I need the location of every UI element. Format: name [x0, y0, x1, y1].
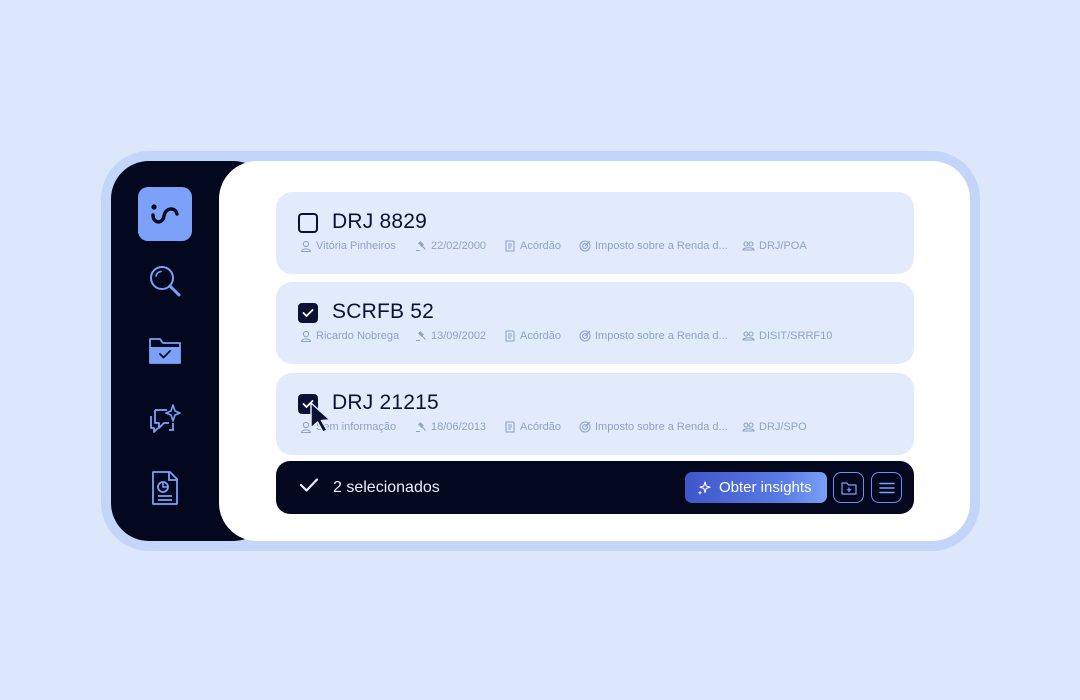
unit-text: DISIT/SRRF10: [759, 330, 833, 342]
item-checkbox[interactable]: [298, 213, 318, 233]
target-icon: [579, 421, 591, 433]
unit-field: DISIT/SRRF10: [742, 330, 832, 342]
type-text: Acórdão: [520, 240, 561, 252]
author-field: Vitória Pinheiros: [300, 240, 396, 252]
get-insights-label: Obter insights: [719, 479, 812, 496]
folder-plus-icon: [840, 481, 857, 495]
unit-field: DRJ/POA: [742, 240, 807, 252]
gavel-icon: [416, 331, 426, 342]
document-icon: [505, 421, 515, 433]
logo-button[interactable]: [138, 187, 192, 241]
type-text: Acórdão: [520, 421, 561, 433]
type-field: Acórdão: [504, 330, 561, 342]
document-icon: [505, 330, 515, 342]
date-text: 18/06/2013: [431, 421, 487, 433]
group-icon: [742, 241, 755, 251]
chat-sparkle-icon: [150, 404, 181, 433]
target-icon: [579, 240, 591, 252]
target-icon: [579, 330, 591, 342]
list-item[interactable]: DRJ 8829 Vitória Pinheiros 22/02/2000 Ac…: [276, 192, 914, 274]
sidebar-item-report[interactable]: [142, 465, 188, 511]
type-field: Acórdão: [504, 421, 561, 433]
subject-text: Imposto sobre a Renda d...: [595, 421, 728, 433]
sidebar-item-folder[interactable]: [142, 327, 188, 373]
subject-field: Imposto sobre a Renda d...: [579, 421, 728, 433]
folder-check-icon: [149, 338, 181, 364]
group-icon: [742, 422, 755, 432]
add-to-folder-button[interactable]: [833, 472, 864, 503]
unit-field: DRJ/SPO: [742, 421, 807, 433]
gavel-icon: [416, 422, 426, 433]
selected-count: 2 selecionados: [333, 479, 440, 496]
type-text: Acórdão: [520, 330, 561, 342]
date-text: 22/02/2000: [431, 240, 487, 252]
unit-text: DRJ/SPO: [759, 421, 807, 433]
document-icon: [505, 240, 515, 252]
subject-field: Imposto sobre a Renda d...: [579, 330, 728, 342]
sidebar-item-chat[interactable]: [142, 396, 188, 442]
author-text: Ricardo Nobrega: [316, 330, 400, 342]
subject-field: Imposto sobre a Renda d...: [579, 240, 728, 252]
sparkle-icon: [697, 480, 711, 495]
list-item[interactable]: DRJ 21215 Sem informação 18/06/2013 Acór…: [276, 373, 914, 455]
date-field: 18/06/2013: [415, 421, 486, 433]
user-icon: [300, 330, 312, 342]
author-text: Vitória Pinheiros: [316, 240, 396, 252]
report-icon: [152, 471, 178, 505]
date-field: 22/02/2000: [415, 240, 486, 252]
group-icon: [742, 331, 755, 341]
menu-icon: [878, 482, 895, 493]
date-field: 13/09/2002: [415, 330, 486, 342]
item-title: DRJ 8829: [332, 210, 427, 233]
selection-action-bar: 2 selecionados Obter insights: [276, 461, 914, 514]
date-text: 13/09/2002: [431, 330, 487, 342]
sidebar-item-search[interactable]: [142, 258, 188, 304]
mouse-pointer-icon: [310, 402, 331, 433]
item-title: SCRFB 52: [332, 300, 434, 323]
gavel-icon: [416, 241, 426, 252]
get-insights-button[interactable]: Obter insights: [685, 472, 827, 503]
search-icon: [150, 266, 181, 297]
item-title: DRJ 21215: [332, 391, 439, 414]
author-field: Ricardo Nobrega: [300, 330, 399, 342]
subject-text: Imposto sobre a Renda d...: [595, 330, 728, 342]
type-field: Acórdão: [504, 240, 561, 252]
logo-icon: [151, 204, 179, 224]
subject-text: Imposto sobre a Renda d...: [595, 240, 728, 252]
user-icon: [300, 240, 312, 252]
menu-button[interactable]: [871, 472, 902, 503]
list-item[interactable]: SCRFB 52 Ricardo Nobrega 13/09/2002 Acór…: [276, 282, 914, 364]
checkmark-icon: [302, 309, 314, 317]
item-checkbox[interactable]: [298, 303, 318, 323]
check-icon: [299, 478, 319, 492]
unit-text: DRJ/POA: [759, 240, 807, 252]
